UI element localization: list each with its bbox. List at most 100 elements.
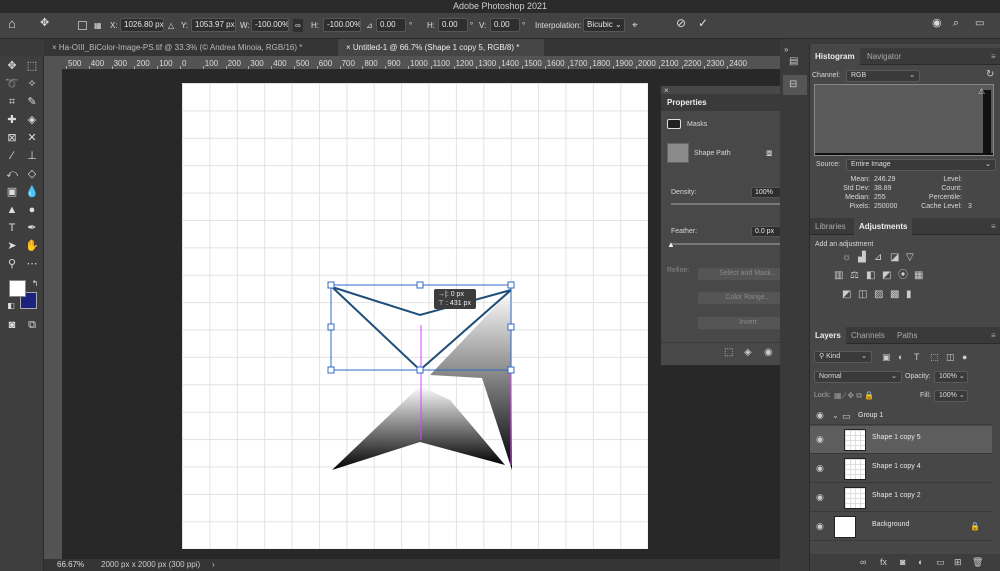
layer-row[interactable]: ◉ Shape 1 copy 2 xyxy=(810,484,992,512)
threshold-icon[interactable]: ▨ xyxy=(874,289,883,301)
stat-value: 38.89 xyxy=(874,185,892,192)
adjustment-layer-icon[interactable]: ◐ xyxy=(918,556,923,568)
invert-adjustment-icon[interactable]: ◩ xyxy=(842,289,851,301)
visibility-icon[interactable]: ◉ xyxy=(764,347,773,359)
layer-row[interactable]: ◉ Shape 1 copy 5 xyxy=(810,426,992,454)
stat-label: Pixels: xyxy=(849,203,870,210)
close-icon[interactable]: × xyxy=(664,85,669,97)
brightness-contrast-icon[interactable]: ☼ xyxy=(842,252,851,264)
tab-histogram[interactable]: Histogram xyxy=(810,48,860,65)
density-label: Density: xyxy=(671,189,697,196)
transform-handle[interactable] xyxy=(416,366,424,374)
gradient-map-icon[interactable]: ▮ xyxy=(906,289,912,301)
status-menu-arrow[interactable]: › xyxy=(212,559,215,571)
curves-icon[interactable]: ⊿ xyxy=(874,252,882,264)
transform-handle[interactable] xyxy=(327,366,335,374)
panel-menu-icon[interactable]: ≡ xyxy=(986,218,1000,235)
tab-adjustments[interactable]: Adjustments xyxy=(854,218,913,235)
eye-icon[interactable]: ◉ xyxy=(816,410,824,421)
collapse-dock-icon[interactable]: » xyxy=(784,44,788,56)
filter-pixel-icon[interactable]: ▣ xyxy=(882,351,891,363)
filter-toggle-icon[interactable]: ● xyxy=(962,351,967,363)
exposure-icon[interactable]: ◪ xyxy=(890,252,899,264)
tab-layers[interactable]: Layers xyxy=(810,327,846,344)
chevron-down-icon[interactable]: ⌄ xyxy=(832,410,839,422)
properties-dock-icon[interactable]: ⊟ xyxy=(789,79,797,91)
eye-icon[interactable]: ◉ xyxy=(816,434,824,445)
transform-handle[interactable] xyxy=(416,281,424,289)
shape-path-thumbnail[interactable] xyxy=(667,143,689,163)
layer-row[interactable]: ◉ Shape 1 copy 4 xyxy=(810,455,992,483)
source-select[interactable]: Entire Image ⌄ xyxy=(846,159,996,171)
eye-icon[interactable]: ◉ xyxy=(816,521,824,532)
levels-icon[interactable]: ▟ xyxy=(858,252,866,264)
selective-color-icon[interactable]: ▩ xyxy=(890,289,899,301)
layer-group-row[interactable]: ◉ ⌄ ▭ Group 1 xyxy=(810,407,992,425)
opacity-field[interactable]: 100% ⌄ xyxy=(934,371,968,383)
apply-mask-icon[interactable]: ◈ xyxy=(744,347,752,359)
delete-layer-icon[interactable]: 🗑 xyxy=(972,556,983,568)
transform-handle[interactable] xyxy=(327,281,335,289)
color-lookup-icon[interactable]: ▦ xyxy=(914,270,923,282)
new-group-icon[interactable]: ▭ xyxy=(936,556,945,568)
refresh-icon[interactable]: ↻ xyxy=(986,69,994,81)
layer-name: Shape 1 copy 2 xyxy=(872,492,921,499)
eye-icon[interactable]: ◉ xyxy=(816,463,824,474)
transform-handle[interactable] xyxy=(507,281,515,289)
new-layer-icon[interactable]: ⊞ xyxy=(954,556,962,568)
layer-style-icon[interactable]: fx xyxy=(880,556,887,568)
layer-row-background[interactable]: ◉ Background 🔒 xyxy=(810,513,992,541)
channel-mixer-icon[interactable]: ⦿ xyxy=(898,270,908,282)
star-shape-lower[interactable] xyxy=(332,386,420,470)
transform-handle[interactable] xyxy=(327,323,335,331)
tab-libraries[interactable]: Libraries xyxy=(810,218,851,235)
filter-shape-icon[interactable]: ⬚ xyxy=(930,351,939,363)
transform-handle[interactable] xyxy=(507,366,515,374)
black-white-icon[interactable]: ◧ xyxy=(866,270,875,282)
vibrance-icon[interactable]: ▽ xyxy=(906,252,914,264)
panel-dock: » ▤ ⚙ ⊟ xyxy=(780,44,810,571)
lock-label: Lock: xyxy=(814,392,831,399)
feather-slider[interactable] xyxy=(671,243,793,245)
blend-mode-select[interactable]: Normal ⌄ xyxy=(814,371,902,383)
tab-navigator[interactable]: Navigator xyxy=(862,48,906,65)
eye-icon[interactable]: ◉ xyxy=(816,492,824,503)
add-pixel-mask-icon[interactable]: ⧇ xyxy=(766,148,772,160)
tab-channels[interactable]: Channels xyxy=(846,327,890,344)
layer-filter-select[interactable]: ⚲ Kind ⌄ xyxy=(814,351,872,363)
lock-icon[interactable]: 🔒 xyxy=(970,521,980,533)
density-slider[interactable] xyxy=(671,203,793,205)
fill-field[interactable]: 100% ⌄ xyxy=(934,390,968,402)
panel-menu-icon[interactable]: ≡ xyxy=(986,327,1000,344)
history-panel-icon[interactable]: ▤ xyxy=(789,56,798,68)
add-mask-icon[interactable]: ◙ xyxy=(900,556,905,568)
channel-select[interactable]: RGB ⌄ xyxy=(846,70,920,82)
layer-thumbnail xyxy=(844,429,866,451)
posterize-icon[interactable]: ◫ xyxy=(858,289,867,301)
layer-thumbnail xyxy=(834,516,856,538)
filter-type-icon[interactable]: T xyxy=(914,351,920,363)
hue-saturation-icon[interactable]: ▥ xyxy=(834,270,843,282)
feather-slider-thumb[interactable]: ▲ xyxy=(667,240,675,249)
load-selection-icon[interactable]: ⬚ xyxy=(724,347,733,359)
stat-value xyxy=(968,175,972,184)
group-name: Group 1 xyxy=(858,412,884,419)
transform-handle[interactable] xyxy=(507,323,515,331)
color-balance-icon[interactable]: ⚖ xyxy=(850,270,859,282)
filter-smart-icon[interactable]: ◫ xyxy=(946,351,955,363)
layer-name: Shape 1 copy 5 xyxy=(872,434,921,441)
filter-adjustment-icon[interactable]: ◐ xyxy=(898,351,903,363)
stat-label: Cache Level: xyxy=(921,203,962,210)
warning-icon[interactable]: ⚠ xyxy=(978,86,985,98)
zoom-level[interactable]: 66.67% xyxy=(57,559,84,571)
link-layers-icon[interactable]: ∞ xyxy=(860,556,866,568)
tab-paths[interactable]: Paths xyxy=(892,327,922,344)
mask-icon xyxy=(667,119,681,129)
photo-filter-icon[interactable]: ◩ xyxy=(882,270,891,282)
stats-right-labels: Level: Count: Percentile: Cache Level: xyxy=(898,175,962,211)
layer-thumbnail xyxy=(844,487,866,509)
lock-pixels-icon[interactable]: ▦ ∕ ✥ ⧉ 🔒 xyxy=(834,390,874,402)
panel-menu-icon[interactable]: ≡ xyxy=(986,48,1000,65)
status-bar: 66.67% 2000 px x 2000 px (300 ppi) › xyxy=(44,559,780,571)
feather-label: Feather: xyxy=(671,228,698,235)
